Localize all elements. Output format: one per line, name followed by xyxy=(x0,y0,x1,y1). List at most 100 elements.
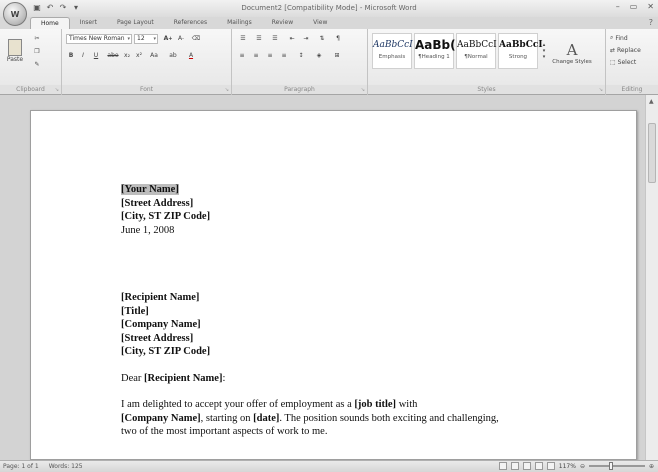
copy-button[interactable]: ❐ xyxy=(30,46,44,56)
recipient-title[interactable]: [Title] xyxy=(121,305,499,319)
help-icon[interactable]: ? xyxy=(649,18,653,27)
zoom-out-icon[interactable]: ⊖ xyxy=(580,463,585,470)
minimize-icon[interactable]: – xyxy=(616,2,620,11)
change-styles-button[interactable]: A Change Styles xyxy=(552,31,592,75)
recipient-street[interactable]: [Street Address] xyxy=(121,332,499,346)
close-icon[interactable]: ✕ xyxy=(647,2,654,11)
tab-view[interactable]: View xyxy=(303,17,337,29)
bold-button[interactable]: B xyxy=(66,50,76,61)
sender-name-text[interactable]: [Your Name] xyxy=(121,184,179,195)
salutation[interactable]: Dear [Recipient Name]: xyxy=(121,372,499,386)
tab-mailings[interactable]: Mailings xyxy=(217,17,262,29)
salutation-suffix[interactable]: : xyxy=(222,373,225,384)
sender-street[interactable]: [Street Address] xyxy=(121,197,499,211)
decrease-indent-button[interactable]: ⇤ xyxy=(286,33,298,44)
select-button[interactable]: ⬚ Select xyxy=(610,57,636,67)
maximize-icon[interactable]: ▭ xyxy=(630,2,638,11)
cut-button[interactable]: ✂ xyxy=(30,33,44,43)
job-title-placeholder[interactable]: [job title] xyxy=(354,399,396,410)
company-name-placeholder[interactable]: [Company Name] xyxy=(121,413,201,424)
draft-view-icon[interactable] xyxy=(546,462,555,470)
zoom-level[interactable]: 117% xyxy=(559,463,576,470)
vertical-scrollbar[interactable]: ▲ xyxy=(645,95,658,460)
styles-scroll[interactable]: ▴ ▾ ▾ xyxy=(540,33,548,69)
zoom-slider[interactable] xyxy=(588,462,645,470)
style-strong[interactable]: AaBbCcI Strong xyxy=(498,33,543,69)
web-layout-view-icon[interactable] xyxy=(522,462,531,470)
justify-button[interactable]: ≡ xyxy=(278,50,290,61)
font-size-combo[interactable]: 12 ▾ xyxy=(134,34,158,44)
dialog-launcher-icon[interactable]: ↘ xyxy=(55,87,59,93)
zoom-in-icon[interactable]: ⊕ xyxy=(649,463,654,470)
page-count[interactable]: Page: 1 of 1 xyxy=(3,463,39,470)
body-text[interactable]: I am delighted to accept your offer of e… xyxy=(121,399,354,410)
body-text[interactable]: with xyxy=(396,399,418,410)
change-case-button[interactable]: Aa xyxy=(147,50,161,61)
dialog-launcher-icon[interactable]: ↘ xyxy=(361,87,365,93)
underline-button[interactable]: U xyxy=(90,50,102,61)
style-heading-1[interactable]: AaBb( ¶Heading 1 xyxy=(414,33,456,69)
sort-button[interactable]: ⇅ xyxy=(316,33,328,44)
body-line-1[interactable]: I am delighted to accept your offer of e… xyxy=(121,398,499,412)
superscript-button[interactable]: x² xyxy=(134,50,144,61)
styles-group-label: Styles xyxy=(368,85,605,94)
find-button[interactable]: ⌕ Find xyxy=(610,33,628,43)
numbering-button[interactable]: ☰ xyxy=(252,33,266,44)
line-spacing-button[interactable]: ↕ xyxy=(294,50,308,61)
word-count[interactable]: Words: 125 xyxy=(49,463,83,470)
print-layout-view-icon[interactable] xyxy=(498,462,507,470)
show-marks-button[interactable]: ¶ xyxy=(332,33,344,44)
recipient-name[interactable]: [Recipient Name] xyxy=(121,291,499,305)
ribbon: Paste ✂ ❐ ✎ Clipboard ↘ Times New Roman ▾… xyxy=(0,29,658,95)
italic-button[interactable]: I xyxy=(78,50,88,61)
letter-body[interactable]: [Your Name] [Street Address] [City, ST Z… xyxy=(121,183,499,439)
style-emphasis[interactable]: AaBbCcI Emphasis xyxy=(372,33,413,69)
document-page[interactable]: [Your Name] [Street Address] [City, ST Z… xyxy=(30,110,637,460)
salutation-prefix[interactable]: Dear xyxy=(121,373,144,384)
clear-formatting-button[interactable]: ⌫ xyxy=(190,33,202,44)
sender-city[interactable]: [City, ST ZIP Code] xyxy=(121,210,499,224)
shading-button[interactable]: ◈ xyxy=(312,50,326,61)
salutation-name[interactable]: [Recipient Name] xyxy=(144,373,222,384)
sender-name[interactable]: [Your Name] xyxy=(121,183,499,197)
scroll-up-icon[interactable]: ▲ xyxy=(649,98,654,105)
dialog-launcher-icon[interactable]: ↘ xyxy=(225,87,229,93)
scrollbar-thumb[interactable] xyxy=(648,123,656,183)
multilevel-list-button[interactable]: ☰ xyxy=(268,33,282,44)
style-normal[interactable]: AaBbCcI ¶Normal xyxy=(456,33,497,69)
grow-font-button[interactable]: A + xyxy=(162,33,174,44)
date-placeholder[interactable]: [date] xyxy=(253,413,279,424)
align-left-button[interactable]: ≡ xyxy=(236,50,248,61)
replace-button[interactable]: ⇄ Replace xyxy=(610,45,641,55)
office-button[interactable]: W xyxy=(3,2,27,26)
tab-review[interactable]: Review xyxy=(262,17,303,29)
font-name-combo[interactable]: Times New Roman ▾ xyxy=(66,34,132,44)
body-line-3[interactable]: two of the most important aspects of wor… xyxy=(121,425,499,439)
bullets-button[interactable]: ☰ xyxy=(236,33,250,44)
tab-references[interactable]: References xyxy=(164,17,217,29)
font-color-button[interactable]: A xyxy=(184,50,198,61)
subscript-button[interactable]: x₂ xyxy=(122,50,132,61)
recipient-city[interactable]: [City, ST ZIP Code] xyxy=(121,345,499,359)
align-right-button[interactable]: ≡ xyxy=(264,50,276,61)
shrink-font-button[interactable]: A- xyxy=(175,33,187,44)
tab-home[interactable]: Home xyxy=(30,17,70,29)
align-center-button[interactable]: ≡ xyxy=(250,50,262,61)
recipient-company[interactable]: [Company Name] xyxy=(121,318,499,332)
body-line-2[interactable]: [Company Name], starting on [date]. The … xyxy=(121,412,499,426)
zoom-slider-knob[interactable] xyxy=(608,462,613,470)
dialog-launcher-icon[interactable]: ↘ xyxy=(599,87,603,93)
body-text[interactable]: . The position sounds both exciting and … xyxy=(279,413,498,424)
strikethrough-button[interactable]: abe xyxy=(106,50,120,61)
increase-indent-button[interactable]: ⇥ xyxy=(300,33,312,44)
highlight-button[interactable]: ab xyxy=(166,50,180,61)
outline-view-icon[interactable] xyxy=(534,462,543,470)
format-painter-button[interactable]: ✎ xyxy=(30,59,44,69)
paste-button[interactable]: Paste xyxy=(4,33,26,69)
tab-insert[interactable]: Insert xyxy=(70,17,107,29)
borders-button[interactable]: ⊞ xyxy=(330,50,344,61)
tab-page-layout[interactable]: Page Layout xyxy=(107,17,164,29)
full-screen-reading-view-icon[interactable] xyxy=(510,462,519,470)
body-text[interactable]: , starting on xyxy=(201,413,254,424)
letter-date[interactable]: June 1, 2008 xyxy=(121,224,499,238)
